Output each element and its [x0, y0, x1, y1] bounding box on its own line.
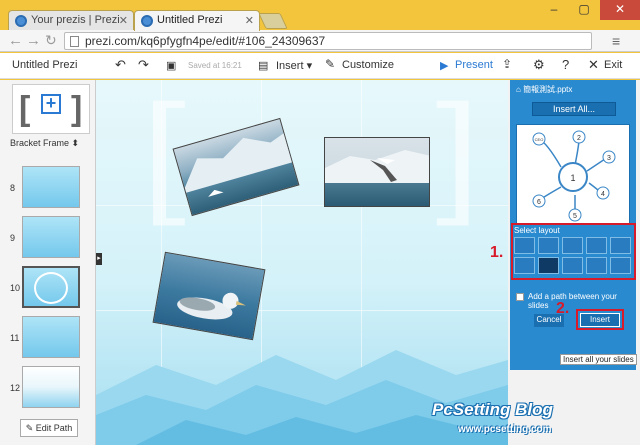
page-icon	[70, 36, 79, 47]
tab-close-icon[interactable]: ✕	[119, 14, 128, 27]
insert-all-button[interactable]: Insert All...	[532, 102, 616, 116]
frame-type-selector[interactable]: Bracket Frame ⬍	[10, 138, 79, 149]
customize-icon: ✎	[325, 57, 336, 71]
present-button[interactable]: Present	[455, 59, 493, 71]
edit-path-label: Edit Path	[35, 423, 73, 433]
highlight-box-insert	[576, 309, 624, 330]
collapse-sidebar-handle[interactable]: ▸	[96, 253, 102, 265]
slide-number: 11	[10, 333, 20, 343]
tab-close-icon[interactable]: ✕	[245, 14, 254, 27]
help-icon[interactable]: ?	[562, 57, 569, 72]
prezi-title[interactable]: Untitled Prezi	[12, 59, 77, 71]
forward-icon[interactable]: →	[26, 32, 41, 49]
exit-icon: ✕	[588, 57, 599, 72]
slide-number: 10	[10, 283, 21, 293]
insert-icon: ▤	[258, 60, 269, 72]
node-label: 5	[573, 213, 577, 220]
bracket-left-icon: [	[19, 90, 31, 128]
glacier-image	[325, 150, 429, 183]
maximize-button[interactable]: ▢	[570, 0, 598, 20]
slide-thumbnail[interactable]	[22, 216, 80, 258]
prezi-favicon-icon	[15, 15, 27, 27]
import-ppt-panel: ⌂ 簡報測試.pptx Insert All... 1 CEO 2 3 4 5 …	[510, 80, 636, 370]
prezi-canvas[interactable]: [ ]	[96, 80, 508, 445]
insert-label: Insert	[276, 60, 304, 72]
settings-gear-icon[interactable]: ⚙	[533, 57, 545, 73]
new-tab-button[interactable]	[258, 13, 288, 29]
slide-number: 12	[10, 383, 21, 393]
url-field[interactable]: prezi.com/kq6pfygfn4pe/edit/#106_2430963…	[64, 32, 592, 50]
pptx-file-label: 簡報測試.pptx	[523, 85, 573, 94]
iceberg-background	[96, 350, 508, 445]
slide-number: 9	[10, 233, 16, 243]
exit-button[interactable]: Exit	[604, 59, 622, 71]
frame-type-label: Bracket Frame	[10, 138, 70, 148]
watermark-url: www.pcsetting.com	[458, 424, 552, 435]
slide-thumbnail[interactable]	[22, 166, 80, 208]
slide-thumbnail[interactable]	[22, 316, 80, 358]
step-annotation-1: 1.	[490, 244, 504, 261]
slide-number: 8	[10, 183, 16, 193]
highlight-box-layouts	[511, 223, 636, 280]
add-icon: +	[41, 94, 61, 114]
tab-your-prezis[interactable]: Your prezis | Prezi ✕	[8, 10, 134, 31]
layout-preview: 1 CEO 2 3 4 5 6	[516, 124, 630, 224]
node-label: 4	[601, 191, 605, 198]
add-path-checkbox[interactable]	[516, 293, 524, 301]
bracket-right-icon: ]	[71, 90, 83, 128]
prezi-favicon-icon	[141, 15, 153, 27]
slides-sidebar: [ + ] Bracket Frame ⬍ 8 9 10 11 12 ✎ Edi…	[0, 80, 96, 445]
layout-diagram: 1 CEO 2 3 4 5 6	[532, 130, 616, 222]
node-label: 1	[570, 173, 575, 183]
edit-path-button[interactable]: ✎ Edit Path	[20, 419, 78, 437]
photo-flying-bird[interactable]	[324, 137, 430, 207]
tab-strip: Your prezis | Prezi ✕ Untitled Prezi ✕ –…	[0, 0, 640, 31]
node-label: 6	[537, 199, 541, 206]
insert-tooltip: Insert all your slides	[560, 354, 637, 365]
add-path-label: Add a path between your slides	[528, 292, 617, 310]
slide-thumbnail[interactable]	[22, 366, 80, 408]
node-label: 2	[577, 135, 581, 142]
slide-thumbnail-selected[interactable]	[22, 266, 80, 308]
tab-label: Your prezis | Prezi	[31, 14, 120, 26]
step-annotation-2: 2.	[556, 300, 570, 317]
pptx-file-name: ⌂ 簡報測試.pptx	[516, 85, 573, 94]
customize-button[interactable]: Customize	[342, 59, 394, 71]
share-icon[interactable]: ⇪	[502, 57, 512, 71]
saved-status: Saved at 16:21	[188, 61, 242, 70]
minimize-button[interactable]: –	[540, 0, 568, 20]
close-window-button[interactable]: ✕	[600, 0, 640, 20]
back-icon[interactable]: ←	[8, 32, 23, 49]
circle-frame	[34, 272, 68, 304]
browser-menu-icon[interactable]: ≡	[612, 33, 620, 49]
import-panel-area: ⌂ 簡報測試.pptx Insert All... 1 CEO 2 3 4 5 …	[508, 80, 640, 445]
watermark-title: PcSetting Blog	[432, 400, 553, 419]
node-label: CEO	[535, 137, 544, 142]
url-text: prezi.com/kq6pfygfn4pe/edit/#106_2430963…	[85, 34, 326, 48]
browser-window: Your prezis | Prezi ✕ Untitled Prezi ✕ –…	[0, 0, 640, 445]
bracket-right-decoration: ]	[426, 80, 481, 241]
undo-icon[interactable]: ↶	[115, 57, 126, 73]
address-bar: ← → ↻ prezi.com/kq6pfygfn4pe/edit/#106_2…	[0, 30, 640, 52]
tab-untitled-prezi[interactable]: Untitled Prezi ✕	[134, 10, 260, 31]
node-label: 3	[607, 155, 611, 162]
redo-icon[interactable]: ↷	[138, 57, 149, 73]
insert-menu[interactable]: Insert ▾	[276, 59, 312, 72]
save-icon[interactable]: ▣	[166, 59, 176, 72]
prezi-toolbar: Untitled Prezi ↶ ↷ ▣ Saved at 16:21 ▤ In…	[0, 53, 640, 79]
bracket-frame-button[interactable]: [ + ]	[12, 84, 90, 134]
reload-icon[interactable]: ↻	[45, 32, 57, 49]
play-icon: ▶	[440, 60, 449, 72]
tab-label: Untitled Prezi	[157, 14, 223, 26]
